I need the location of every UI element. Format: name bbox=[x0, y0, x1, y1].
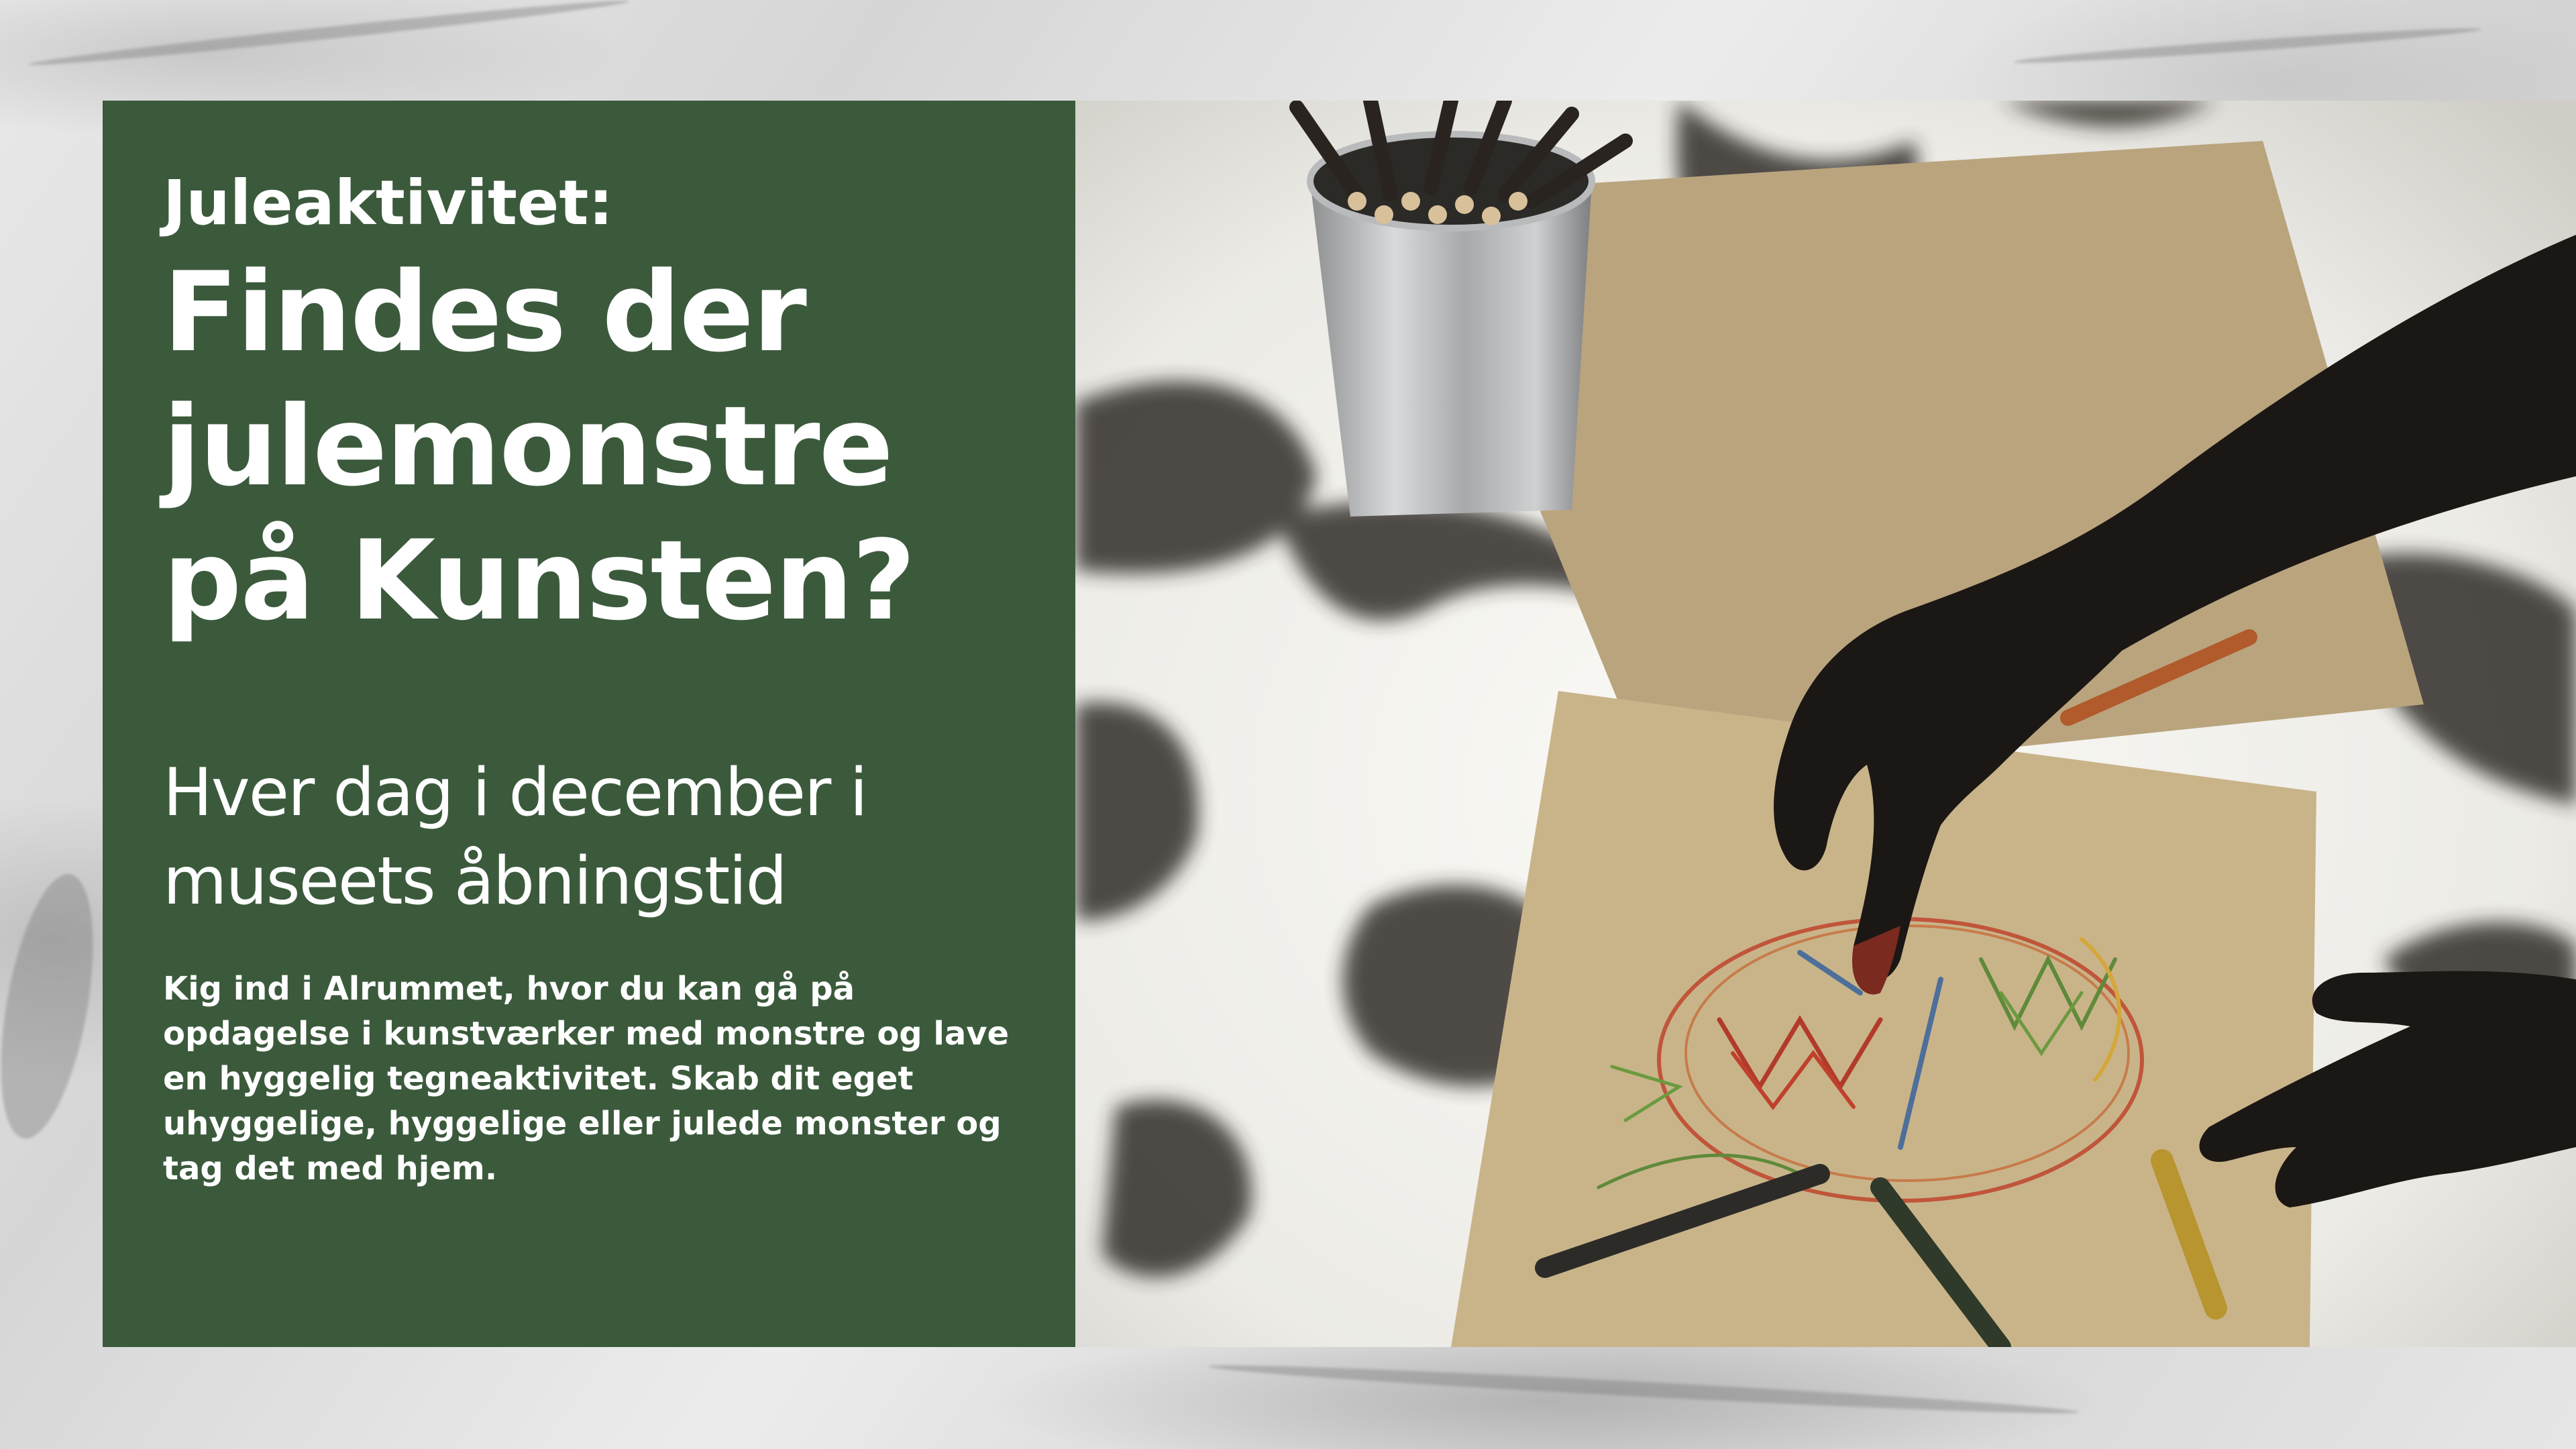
info-panel: Juleaktivitet: Findes der julemonstre på… bbox=[103, 101, 1075, 1347]
kicker-text: Juleaktivitet: bbox=[163, 167, 614, 239]
headline-title: Findes der julemonstre på Kunsten? bbox=[163, 248, 916, 645]
marble-vein bbox=[28, 0, 630, 70]
marble-vein bbox=[0, 867, 110, 1146]
subtitle-text: Hver dag i december i museets åbningstid bbox=[163, 755, 868, 920]
photo-illustration bbox=[1075, 101, 2576, 1347]
marble-vein bbox=[1208, 1358, 2080, 1420]
description-text: Kig ind i Alrummet, hvor du kan gå på op… bbox=[163, 969, 1010, 1188]
marble-vein bbox=[2012, 23, 2482, 68]
